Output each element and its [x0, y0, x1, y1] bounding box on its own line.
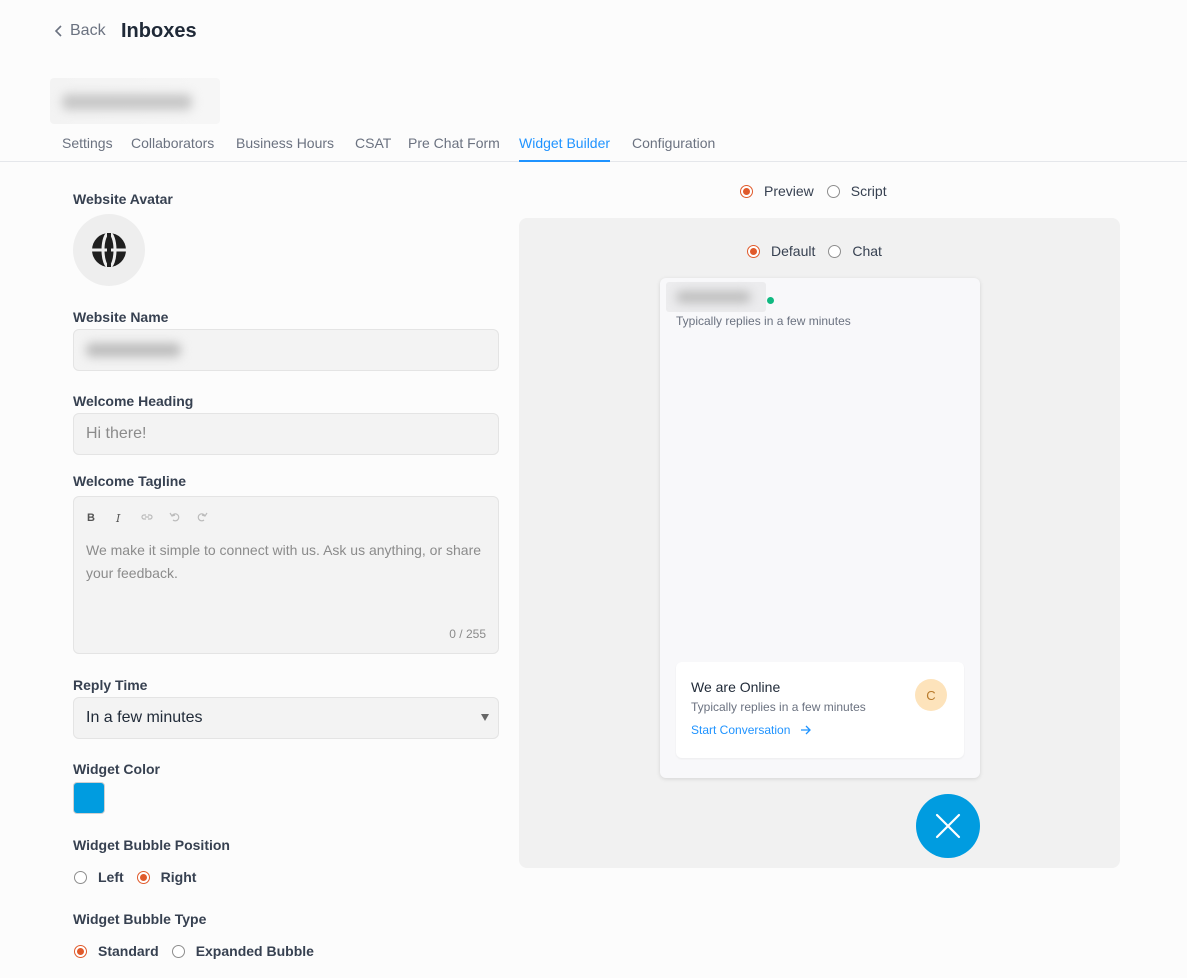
card-subtitle: Typically replies in a few minutes	[691, 700, 866, 714]
reply-time-value: In a few minutes	[86, 709, 203, 726]
start-conversation-card: We are Online Typically replies in a few…	[676, 662, 964, 758]
page-header: Back Inboxes	[0, 0, 1187, 64]
welcome-heading-input[interactable]: Hi there!	[73, 413, 499, 455]
start-conversation-label: Start Conversation	[691, 723, 791, 737]
chat-widget-preview: Typically replies in a few minutes We ar…	[660, 278, 980, 778]
tab-pre-chat-form[interactable]: Pre Chat Form	[408, 135, 500, 151]
online-status-dot	[767, 297, 774, 304]
bubble-position-right-label: Right	[160, 869, 197, 885]
reply-time-label: Reply Time	[73, 677, 148, 693]
bubble-type-expanded-radio[interactable]	[171, 944, 185, 958]
welcome-tagline-label: Welcome Tagline	[73, 473, 187, 489]
tagline-placeholder: We make it simple to connect with us. As…	[86, 542, 482, 581]
link-icon[interactable]	[141, 512, 153, 525]
bubble-type-group: Standard Expanded Bubble	[74, 943, 327, 959]
bubble-position-right-radio[interactable]	[136, 870, 150, 884]
start-conversation-link[interactable]: Start Conversation	[691, 723, 812, 737]
bubble-type-standard-label: Standard	[98, 943, 159, 959]
tab-collaborators[interactable]: Collaborators	[131, 135, 214, 151]
bold-button[interactable]: B	[87, 512, 95, 524]
preview-radio[interactable]	[740, 184, 753, 198]
tab-widget-builder[interactable]: Widget Builder	[519, 135, 611, 162]
welcome-tagline-editor[interactable]: B I We make it simple to connect with us…	[73, 496, 499, 654]
inbox-name	[50, 78, 220, 124]
chat-view-label: Chat	[852, 243, 882, 259]
bubble-position-left-radio[interactable]	[74, 870, 87, 884]
tagline-counter: 0 / 255	[449, 627, 486, 641]
chevron-left-icon	[54, 25, 62, 37]
bubble-position-label: Widget Bubble Position	[73, 837, 230, 853]
back-button[interactable]: Back	[54, 22, 106, 40]
bubble-type-standard-radio[interactable]	[74, 944, 87, 958]
script-label: Script	[850, 183, 887, 199]
website-name-input[interactable]	[73, 329, 499, 371]
chat-view-radio[interactable]	[828, 244, 842, 258]
arrow-right-icon	[801, 725, 812, 735]
website-avatar[interactable]	[73, 214, 145, 286]
preview-mode-group: Preview Script	[740, 183, 900, 199]
globe-icon	[92, 231, 126, 269]
widget-website-name	[666, 282, 766, 312]
caret-down-icon	[481, 714, 489, 721]
script-radio[interactable]	[826, 184, 840, 198]
close-icon	[935, 813, 961, 839]
tab-bar: Settings Collaborators Business Hours CS…	[0, 128, 1187, 162]
widget-reply-time: Typically replies in a few minutes	[676, 314, 851, 328]
undo-icon[interactable]	[169, 512, 180, 525]
back-label: Back	[70, 22, 106, 39]
reply-time-select[interactable]: In a few minutes	[73, 697, 499, 739]
tab-configuration[interactable]: Configuration	[632, 135, 715, 151]
preview-label: Preview	[764, 183, 814, 199]
default-view-label: Default	[771, 243, 816, 259]
bubble-type-label: Widget Bubble Type	[73, 911, 207, 927]
widget-bubble-button[interactable]	[916, 794, 980, 858]
tab-business-hours[interactable]: Business Hours	[236, 135, 334, 151]
italic-button[interactable]: I	[116, 512, 120, 525]
bubble-position-left-label: Left	[98, 869, 124, 885]
bubble-type-expanded-label: Expanded Bubble	[195, 943, 314, 959]
website-avatar-label: Website Avatar	[73, 191, 173, 207]
tab-csat[interactable]: CSAT	[355, 135, 391, 151]
agent-avatar: C	[915, 679, 947, 711]
widget-color-label: Widget Color	[73, 761, 160, 777]
card-title: We are Online	[691, 679, 781, 695]
bubble-position-group: Left Right	[74, 869, 209, 885]
widget-color-swatch[interactable]	[73, 782, 105, 814]
tab-settings[interactable]: Settings	[62, 135, 113, 151]
welcome-heading-label: Welcome Heading	[73, 393, 194, 409]
page-title: Inboxes	[121, 20, 197, 42]
redo-icon[interactable]	[197, 512, 208, 525]
preview-view-group: Default Chat	[747, 243, 895, 259]
website-name-label: Website Name	[73, 309, 169, 325]
default-view-radio[interactable]	[747, 244, 760, 258]
